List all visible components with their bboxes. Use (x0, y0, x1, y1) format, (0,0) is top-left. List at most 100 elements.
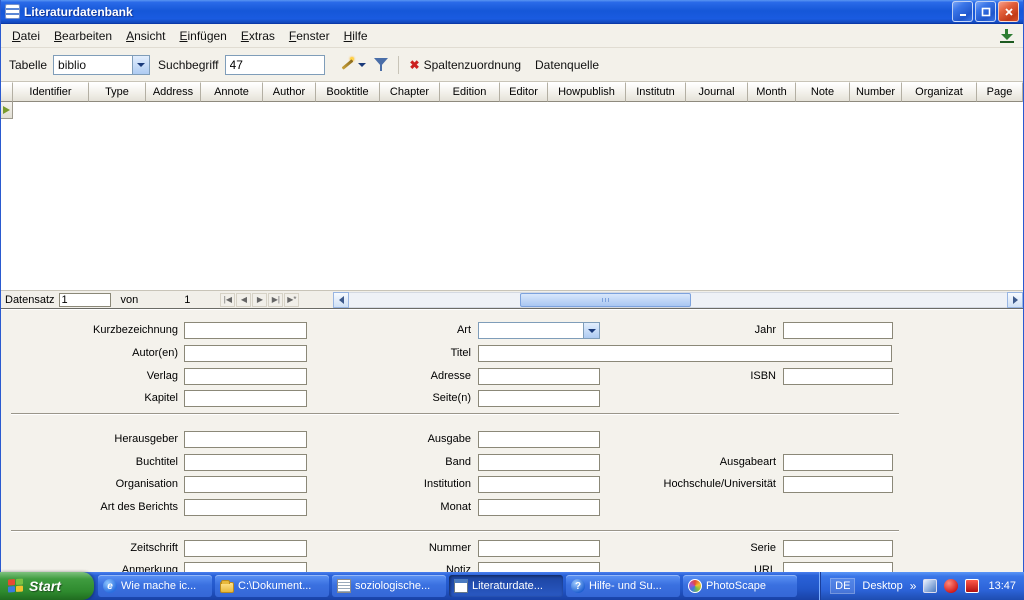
table-combobox-value: biblio (54, 56, 132, 74)
isbn-input[interactable] (783, 368, 893, 385)
autopilot-wand-button[interactable] (335, 53, 370, 77)
band-input[interactable] (478, 454, 600, 471)
horizontal-scrollbar[interactable] (333, 292, 1023, 308)
art-des-berichts-input[interactable] (184, 499, 307, 516)
hochschule-input[interactable] (783, 476, 893, 493)
url-input[interactable] (783, 562, 893, 572)
column-header[interactable]: Journal (686, 82, 748, 102)
herausgeber-input[interactable] (184, 431, 307, 448)
kapitel-input[interactable] (184, 390, 307, 407)
bibliography-form: Kurzbezeichnung Art Jahr Autor(en) Titel… (1, 310, 1023, 572)
column-header[interactable]: Annote (201, 82, 263, 102)
folder-icon (220, 582, 234, 593)
minimize-button[interactable] (952, 1, 973, 22)
green-arrow-icon[interactable] (999, 29, 1015, 43)
close-button[interactable] (998, 1, 1019, 22)
desktop-toolbar-label[interactable]: Desktop (862, 580, 902, 592)
column-mapping-button[interactable]: ✖ Spaltenzuordnung (405, 56, 526, 74)
tray-icon-red-shield[interactable] (965, 579, 979, 593)
menu-einfuegen[interactable]: Einfügen (172, 26, 233, 46)
taskbar-item-help[interactable]: ? Hilfe- und Su... (566, 575, 680, 597)
institution-input[interactable] (478, 476, 600, 493)
titel-input[interactable] (478, 345, 892, 362)
column-header[interactable]: Month (748, 82, 796, 102)
monat-input[interactable] (478, 499, 600, 516)
taskbar-item-browser[interactable]: e Wie mache ic... (98, 575, 212, 597)
column-header[interactable]: Editor (500, 82, 548, 102)
nummer-input[interactable] (478, 540, 600, 557)
seiten-input[interactable] (478, 390, 600, 407)
column-header[interactable]: Howpublish (548, 82, 626, 102)
column-header[interactable]: Booktitle (316, 82, 380, 102)
ausgabe-input[interactable] (478, 431, 600, 448)
menu-ansicht[interactable]: Ansicht (119, 26, 172, 46)
chevron-down-icon[interactable] (358, 63, 366, 67)
table-grid-header: Identifier Type Address Annote Author Bo… (1, 82, 1023, 102)
next-record-button[interactable]: ▶ (252, 293, 267, 307)
first-record-button[interactable]: |◀ (220, 293, 235, 307)
taskbar-item-photoscape[interactable]: PhotoScape (683, 575, 797, 597)
taskbar-item-document[interactable]: soziologische... (332, 575, 446, 597)
menu-fenster[interactable]: Fenster (282, 26, 337, 46)
notiz-input[interactable] (478, 562, 600, 572)
menu-bearbeiten[interactable]: Bearbeiten (47, 26, 119, 46)
table-combobox[interactable]: biblio (53, 55, 150, 75)
chevron-down-icon[interactable] (132, 56, 149, 74)
language-indicator[interactable]: DE (830, 578, 855, 594)
anmerkung-input[interactable] (184, 562, 307, 572)
kurzbezeichnung-input[interactable] (184, 322, 307, 339)
filter-button[interactable] (370, 53, 392, 77)
start-button[interactable]: Start (0, 572, 94, 600)
window-title: Literaturdatenbank (24, 5, 950, 19)
scroll-left-button[interactable] (333, 292, 349, 308)
record-number-input[interactable] (59, 293, 111, 307)
menu-hilfe[interactable]: Hilfe (337, 26, 375, 46)
new-record-button[interactable]: ▶* (284, 293, 299, 307)
taskbar-clock[interactable]: 13:47 (988, 580, 1016, 592)
buchtitel-input[interactable] (184, 454, 307, 471)
art-combobox[interactable] (478, 322, 600, 339)
serie-input[interactable] (783, 540, 893, 557)
label-titel: Titel (321, 345, 471, 362)
column-header[interactable]: Type (89, 82, 146, 102)
previous-record-button[interactable]: ◀ (236, 293, 251, 307)
chevron-right-icon[interactable]: » (910, 579, 917, 593)
scroll-right-button[interactable] (1007, 292, 1023, 308)
column-header[interactable]: Chapter (380, 82, 440, 102)
column-header[interactable]: Page (977, 82, 1023, 102)
column-header[interactable]: Note (796, 82, 850, 102)
menu-extras[interactable]: Extras (234, 26, 282, 46)
label-herausgeber: Herausgeber (11, 431, 178, 448)
tray-icon-red-circle[interactable] (944, 579, 958, 593)
adresse-input[interactable] (478, 368, 600, 385)
organisation-input[interactable] (184, 476, 307, 493)
verlag-input[interactable] (184, 368, 307, 385)
table-grid-body[interactable] (1, 102, 1023, 290)
maximize-button[interactable] (975, 1, 996, 22)
taskbar: Start e Wie mache ic... C:\Dokument... s… (0, 572, 1024, 600)
label-kurzbezeichnung: Kurzbezeichnung (11, 322, 178, 339)
column-header[interactable]: Edition (440, 82, 500, 102)
column-header[interactable]: Author (263, 82, 316, 102)
search-input[interactable] (225, 55, 325, 75)
column-header[interactable]: Institutn (626, 82, 686, 102)
tray-icon-quickstarter[interactable] (923, 579, 937, 593)
app-icon[interactable] (5, 4, 20, 19)
taskbar-item-explorer[interactable]: C:\Dokument... (215, 575, 329, 597)
column-header[interactable]: Number (850, 82, 902, 102)
column-header[interactable]: Organizat (902, 82, 977, 102)
menu-datei[interactable]: Datei (5, 26, 47, 46)
zeitschrift-input[interactable] (184, 540, 307, 557)
scrollbar-thumb[interactable] (520, 293, 691, 307)
column-header[interactable]: Identifier (13, 82, 89, 102)
column-header[interactable]: Address (146, 82, 201, 102)
label-zeitschrift: Zeitschrift (11, 540, 178, 557)
data-source-button[interactable]: Datenquelle (530, 56, 604, 74)
ausgabeart-input[interactable] (783, 454, 893, 471)
scrollbar-track[interactable] (349, 292, 1007, 308)
last-record-button[interactable]: ▶| (268, 293, 283, 307)
jahr-input[interactable] (783, 322, 893, 339)
label-art: Art (321, 322, 471, 339)
autoren-input[interactable] (184, 345, 307, 362)
taskbar-item-literaturdatenbank[interactable]: Literaturdate... (449, 575, 563, 597)
